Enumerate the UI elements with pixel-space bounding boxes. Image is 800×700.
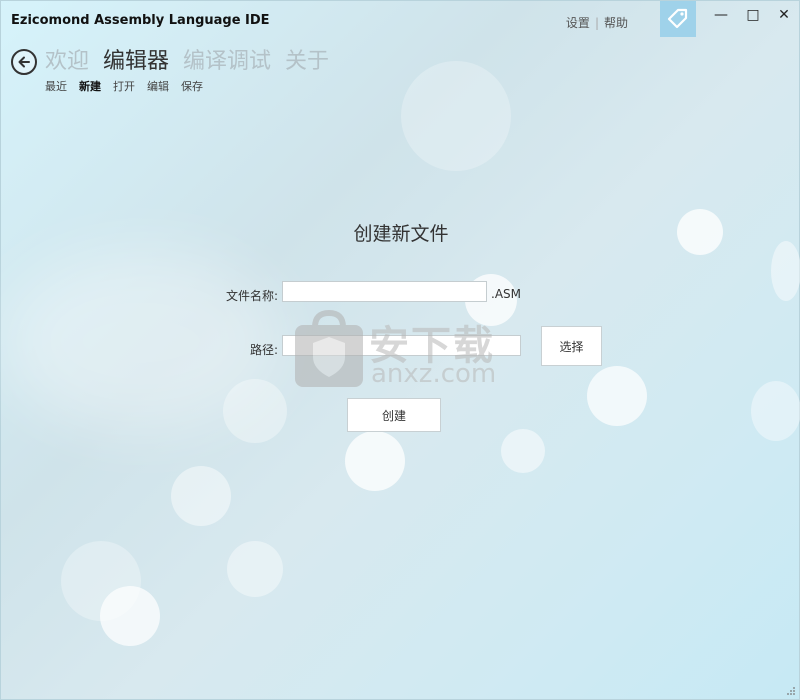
- link-separator: |: [594, 16, 599, 30]
- app-window: Ezicomond Assembly Language IDE 设置 | 帮助 — …: [0, 0, 800, 700]
- minimize-button[interactable]: —: [711, 7, 731, 23]
- create-button[interactable]: 创建: [347, 398, 441, 432]
- browse-button[interactable]: 选择: [541, 326, 602, 366]
- subnav-edit[interactable]: 编辑: [147, 78, 169, 94]
- form-title: 创建新文件: [353, 223, 449, 245]
- bokeh-decoration: [345, 431, 405, 491]
- app-title: Ezicomond Assembly Language IDE: [11, 13, 270, 28]
- help-link[interactable]: 帮助: [604, 16, 628, 30]
- tag-icon: [667, 8, 688, 29]
- nav-editor[interactable]: 编辑器: [103, 43, 169, 75]
- arrow-left-icon: [18, 56, 30, 68]
- shield-bag-icon: [295, 309, 363, 387]
- back-button[interactable]: [11, 49, 37, 75]
- subnav-open[interactable]: 打开: [113, 78, 135, 94]
- filename-label: 文件名称:: [226, 289, 279, 303]
- bokeh-decoration: [227, 541, 283, 597]
- resize-grip-icon[interactable]: [785, 685, 795, 695]
- close-button[interactable]: ✕: [774, 7, 794, 23]
- bokeh-decoration: [771, 241, 800, 301]
- bokeh-decoration: [401, 61, 511, 171]
- path-label: 路径:: [250, 343, 279, 357]
- subnav-new[interactable]: 新建: [79, 78, 101, 94]
- bokeh-decoration: [751, 381, 800, 441]
- bokeh-decoration: [501, 429, 545, 473]
- maximize-button[interactable]: □: [743, 7, 763, 23]
- watermark-text-en: anxz.com: [371, 359, 497, 389]
- bokeh-decoration: [171, 466, 231, 526]
- filename-input[interactable]: [282, 281, 487, 302]
- nav-about[interactable]: 关于: [285, 43, 329, 75]
- main-nav: 欢迎 编辑器 编译调试 关于: [45, 43, 329, 75]
- bokeh-decoration: [100, 586, 160, 646]
- subnav-recent[interactable]: 最近: [45, 78, 67, 94]
- nav-welcome[interactable]: 欢迎: [45, 43, 89, 75]
- settings-link[interactable]: 设置: [566, 16, 590, 30]
- sub-nav: 最近 新建 打开 编辑 保存: [45, 78, 203, 94]
- nav-compile-debug[interactable]: 编译调试: [183, 43, 271, 75]
- extension-label: .ASM: [491, 287, 521, 301]
- subnav-save[interactable]: 保存: [181, 78, 203, 94]
- bokeh-decoration: [587, 366, 647, 426]
- bokeh-decoration: [61, 541, 141, 621]
- watermark: 安下载 anxz.com: [293, 309, 533, 391]
- bokeh-decoration: [1, 251, 281, 431]
- title-bar: Ezicomond Assembly Language IDE 设置 | 帮助 — …: [1, 1, 800, 41]
- bokeh-decoration: [223, 379, 287, 443]
- tag-button[interactable]: [660, 1, 696, 37]
- top-links: 设置 | 帮助: [566, 14, 628, 31]
